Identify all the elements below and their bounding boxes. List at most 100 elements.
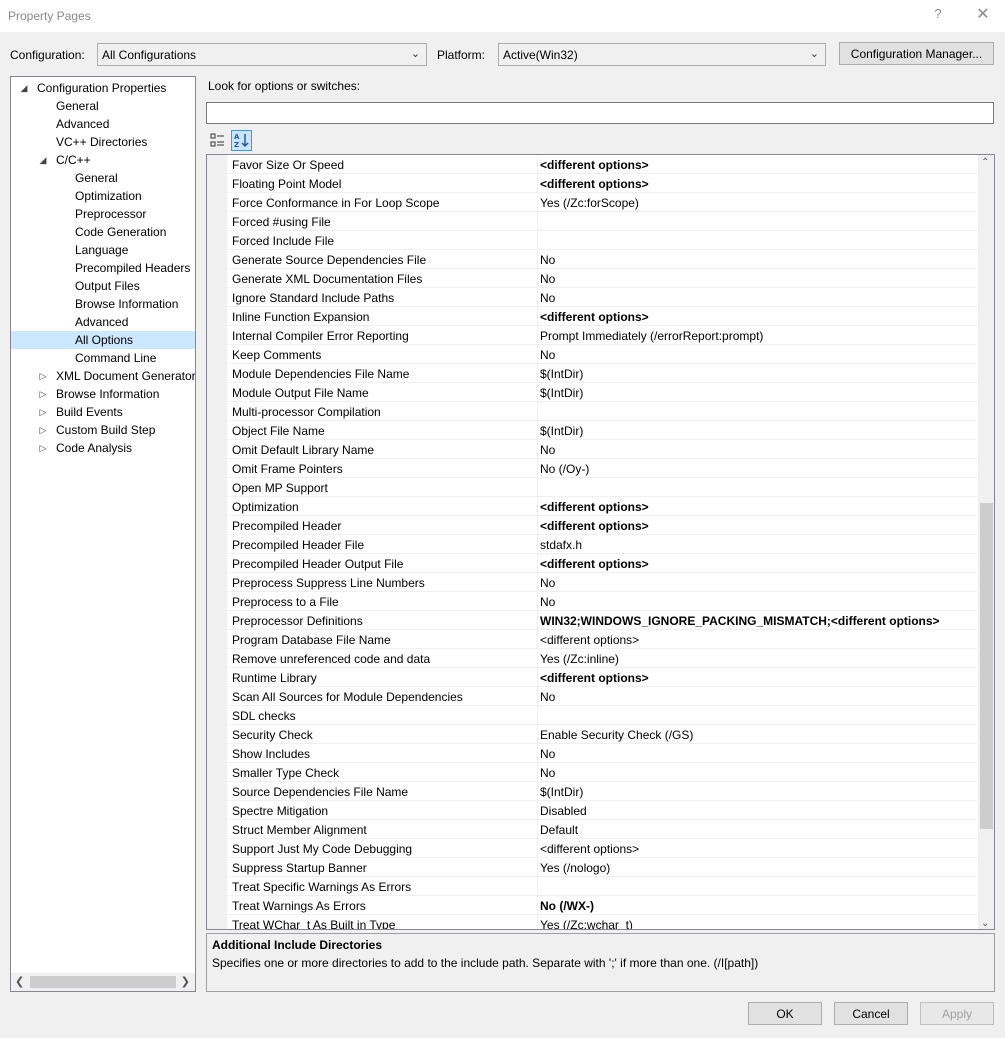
- expand-arrow-icon[interactable]: ▷: [38, 367, 48, 385]
- property-value[interactable]: <different options>: [540, 158, 980, 172]
- property-row[interactable]: Struct Member Alignment Default: [227, 820, 977, 839]
- tree-item[interactable]: Browse Information: [11, 295, 195, 313]
- scroll-down-icon[interactable]: ⌄: [981, 918, 989, 929]
- property-value[interactable]: No: [540, 595, 980, 609]
- tree-item[interactable]: All Options: [11, 331, 195, 349]
- property-value[interactable]: No: [540, 348, 980, 362]
- property-row[interactable]: Program Database File Name <different opt…: [227, 630, 977, 649]
- property-value[interactable]: No: [540, 443, 980, 457]
- property-row[interactable]: Precompiled Header Output File <different…: [227, 554, 977, 573]
- expand-arrow-icon[interactable]: ▷: [38, 403, 48, 421]
- grid-vertical-scrollbar[interactable]: ⌃ ⌄: [978, 155, 994, 929]
- property-value[interactable]: $(IntDir): [540, 424, 980, 438]
- property-value[interactable]: <different options>: [540, 671, 980, 685]
- tree-item[interactable]: Advanced: [11, 313, 195, 331]
- expand-arrow-icon[interactable]: ▷: [38, 439, 48, 457]
- tree-item[interactable]: ▷ XML Document Generator: [11, 367, 195, 385]
- property-value[interactable]: Yes (/Zc:inline): [540, 652, 980, 666]
- property-tree[interactable]: ◢ Configuration Properties General Advanced…: [10, 76, 196, 992]
- categorized-view-button[interactable]: [207, 130, 228, 151]
- property-value[interactable]: Yes (/Zc:forScope): [540, 196, 980, 210]
- property-value[interactable]: No: [540, 253, 980, 267]
- tree-item[interactable]: ▷ Build Events: [11, 403, 195, 421]
- property-value[interactable]: $(IntDir): [540, 785, 980, 799]
- property-value[interactable]: No: [540, 690, 980, 704]
- scrollbar-thumb[interactable]: [980, 503, 993, 829]
- property-row[interactable]: Treat Specific Warnings As Errors: [227, 877, 977, 896]
- tree-item[interactable]: ▷ Browse Information: [11, 385, 195, 403]
- configuration-manager-button[interactable]: Configuration Manager...: [839, 42, 994, 65]
- property-value[interactable]: Prompt Immediately (/errorReport:prompt): [540, 329, 980, 343]
- scroll-right-icon[interactable]: ❯: [181, 975, 190, 988]
- property-value[interactable]: <different options>: [540, 557, 980, 571]
- help-button[interactable]: ?: [930, 6, 946, 21]
- property-value[interactable]: Yes (/nologo): [540, 861, 980, 875]
- collapse-arrow-icon[interactable]: ◢: [19, 79, 29, 97]
- property-value[interactable]: No: [540, 272, 980, 286]
- tree-item[interactable]: General: [11, 97, 195, 115]
- property-row[interactable]: Module Output File Name $(IntDir): [227, 383, 977, 402]
- property-value[interactable]: No (/Oy-): [540, 462, 980, 476]
- tree-horizontal-scrollbar[interactable]: ❮ ❯: [11, 973, 195, 991]
- property-value[interactable]: No: [540, 766, 980, 780]
- tree-item[interactable]: General: [11, 169, 195, 187]
- property-value[interactable]: No (/WX-): [540, 899, 980, 913]
- property-row[interactable]: Omit Default Library Name No: [227, 440, 977, 459]
- scroll-up-icon[interactable]: ⌃: [981, 157, 989, 168]
- tree-item[interactable]: Code Generation: [11, 223, 195, 241]
- tree-item[interactable]: Language: [11, 241, 195, 259]
- tree-item[interactable]: Precompiled Headers: [11, 259, 195, 277]
- property-value[interactable]: No: [540, 576, 980, 590]
- tree-item[interactable]: ▷ Code Analysis: [11, 439, 195, 457]
- property-row[interactable]: Generate Source Dependencies File No: [227, 250, 977, 269]
- property-value[interactable]: <different options>: [540, 177, 980, 191]
- property-row[interactable]: Module Dependencies File Name $(IntDir): [227, 364, 977, 383]
- property-row[interactable]: Forced #using File: [227, 212, 977, 231]
- property-row[interactable]: Treat Warnings As Errors No (/WX-): [227, 896, 977, 915]
- property-row[interactable]: Remove unreferenced code and data Yes (/Z…: [227, 649, 977, 668]
- property-row[interactable]: Preprocess Suppress Line Numbers No: [227, 573, 977, 592]
- property-value[interactable]: <different options>: [540, 842, 980, 856]
- apply-button[interactable]: Apply: [920, 1002, 994, 1025]
- property-value[interactable]: $(IntDir): [540, 367, 980, 381]
- scrollbar-thumb[interactable]: [30, 976, 176, 988]
- property-row[interactable]: Spectre Mitigation Disabled: [227, 801, 977, 820]
- property-row[interactable]: Treat WChar_t As Built in Type Yes (/Zc:w…: [227, 915, 977, 929]
- property-row[interactable]: Forced Include File: [227, 231, 977, 250]
- property-value[interactable]: Default: [540, 823, 980, 837]
- property-row[interactable]: Source Dependencies File Name $(IntDir): [227, 782, 977, 801]
- property-row[interactable]: Preprocess to a File No: [227, 592, 977, 611]
- property-row[interactable]: Omit Frame Pointers No (/Oy-): [227, 459, 977, 478]
- property-row[interactable]: Open MP Support: [227, 478, 977, 497]
- property-value[interactable]: WIN32;WINDOWS_IGNORE_PACKING_MISMATCH;<d…: [540, 614, 980, 628]
- tree-item[interactable]: Command Line: [11, 349, 195, 367]
- property-value[interactable]: <different options>: [540, 519, 980, 533]
- property-value[interactable]: <different options>: [540, 500, 980, 514]
- property-row[interactable]: Favor Size Or Speed <different options>: [227, 155, 977, 174]
- property-row[interactable]: Ignore Standard Include Paths No: [227, 288, 977, 307]
- tree-item[interactable]: VC++ Directories: [11, 133, 195, 151]
- tree-item[interactable]: Advanced: [11, 115, 195, 133]
- property-row[interactable]: Suppress Startup Banner Yes (/nologo): [227, 858, 977, 877]
- tree-item[interactable]: ◢ C/C++: [11, 151, 195, 169]
- alphabetical-view-button[interactable]: A Z: [231, 130, 252, 151]
- close-button[interactable]: ✕: [972, 4, 994, 24]
- configuration-select[interactable]: All Configurations ⌄: [97, 43, 427, 66]
- property-value[interactable]: <different options>: [540, 310, 980, 324]
- property-row[interactable]: Object File Name $(IntDir): [227, 421, 977, 440]
- property-grid[interactable]: Favor Size Or Speed <different options> Fl…: [206, 154, 995, 930]
- property-row[interactable]: Inline Function Expansion <different opti…: [227, 307, 977, 326]
- property-value[interactable]: Disabled: [540, 804, 980, 818]
- tree-item[interactable]: Optimization: [11, 187, 195, 205]
- property-row[interactable]: Multi-processor Compilation: [227, 402, 977, 421]
- property-value[interactable]: stdafx.h: [540, 538, 980, 552]
- expand-arrow-icon[interactable]: ▷: [38, 385, 48, 403]
- property-row[interactable]: Force Conformance in For Loop Scope Yes (…: [227, 193, 977, 212]
- property-row[interactable]: Keep Comments No: [227, 345, 977, 364]
- property-value[interactable]: Enable Security Check (/GS): [540, 728, 980, 742]
- collapse-arrow-icon[interactable]: ◢: [38, 151, 48, 169]
- property-row[interactable]: Show Includes No: [227, 744, 977, 763]
- property-value[interactable]: <different options>: [540, 633, 980, 647]
- property-row[interactable]: Smaller Type Check No: [227, 763, 977, 782]
- property-row[interactable]: Optimization <different options>: [227, 497, 977, 516]
